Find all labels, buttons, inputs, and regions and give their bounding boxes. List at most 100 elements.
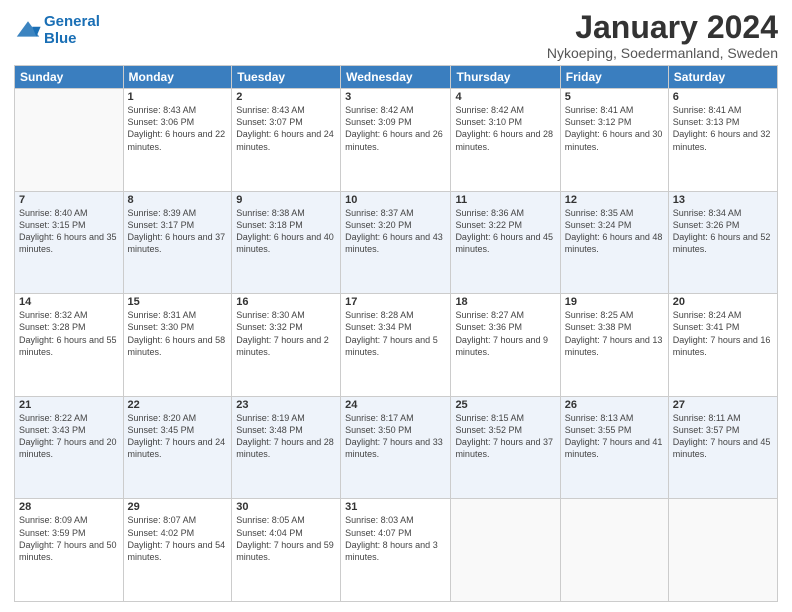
calendar-cell: 1Sunrise: 8:43 AMSunset: 3:06 PMDaylight…: [123, 89, 232, 192]
calendar-cell: 20Sunrise: 8:24 AMSunset: 3:41 PMDayligh…: [668, 294, 777, 397]
day-info: Sunrise: 8:24 AMSunset: 3:41 PMDaylight:…: [673, 309, 773, 358]
day-number: 25: [455, 399, 555, 411]
day-info: Sunrise: 8:05 AMSunset: 4:04 PMDaylight:…: [236, 514, 336, 563]
calendar-cell: 23Sunrise: 8:19 AMSunset: 3:48 PMDayligh…: [232, 396, 341, 499]
col-header-sunday: Sunday: [15, 66, 124, 89]
calendar-cell: 2Sunrise: 8:43 AMSunset: 3:07 PMDaylight…: [232, 89, 341, 192]
day-info: Sunrise: 8:39 AMSunset: 3:17 PMDaylight:…: [128, 207, 228, 256]
calendar-cell: 9Sunrise: 8:38 AMSunset: 3:18 PMDaylight…: [232, 191, 341, 294]
day-number: 19: [565, 296, 664, 308]
day-number: 21: [19, 399, 119, 411]
calendar-cell: 19Sunrise: 8:25 AMSunset: 3:38 PMDayligh…: [560, 294, 668, 397]
day-info: Sunrise: 8:03 AMSunset: 4:07 PMDaylight:…: [345, 514, 446, 563]
day-number: 1: [128, 91, 228, 103]
calendar-cell: [451, 499, 560, 602]
calendar-cell: 17Sunrise: 8:28 AMSunset: 3:34 PMDayligh…: [341, 294, 451, 397]
logo: General Blue: [14, 14, 100, 47]
calendar-cell: 8Sunrise: 8:39 AMSunset: 3:17 PMDaylight…: [123, 191, 232, 294]
col-header-tuesday: Tuesday: [232, 66, 341, 89]
day-info: Sunrise: 8:43 AMSunset: 3:07 PMDaylight:…: [236, 104, 336, 153]
day-info: Sunrise: 8:19 AMSunset: 3:48 PMDaylight:…: [236, 412, 336, 461]
logo-general: General: [44, 13, 100, 30]
day-info: Sunrise: 8:22 AMSunset: 3:43 PMDaylight:…: [19, 412, 119, 461]
calendar-cell: 13Sunrise: 8:34 AMSunset: 3:26 PMDayligh…: [668, 191, 777, 294]
logo-text: General Blue: [44, 14, 100, 47]
day-info: Sunrise: 8:15 AMSunset: 3:52 PMDaylight:…: [455, 412, 555, 461]
title-block: January 2024 Nykoeping, Soedermanland, S…: [547, 10, 778, 61]
day-number: 11: [455, 194, 555, 206]
day-info: Sunrise: 8:17 AMSunset: 3:50 PMDaylight:…: [345, 412, 446, 461]
calendar-cell: 3Sunrise: 8:42 AMSunset: 3:09 PMDaylight…: [341, 89, 451, 192]
day-info: Sunrise: 8:07 AMSunset: 4:02 PMDaylight:…: [128, 514, 228, 563]
day-info: Sunrise: 8:09 AMSunset: 3:59 PMDaylight:…: [19, 514, 119, 563]
calendar-cell: 18Sunrise: 8:27 AMSunset: 3:36 PMDayligh…: [451, 294, 560, 397]
calendar-cell: 16Sunrise: 8:30 AMSunset: 3:32 PMDayligh…: [232, 294, 341, 397]
calendar-cell: 30Sunrise: 8:05 AMSunset: 4:04 PMDayligh…: [232, 499, 341, 602]
calendar-week-row: 28Sunrise: 8:09 AMSunset: 3:59 PMDayligh…: [15, 499, 778, 602]
calendar-cell: [15, 89, 124, 192]
calendar-week-row: 7Sunrise: 8:40 AMSunset: 3:15 PMDaylight…: [15, 191, 778, 294]
day-number: 8: [128, 194, 228, 206]
location-subtitle: Nykoeping, Soedermanland, Sweden: [547, 45, 778, 61]
col-header-monday: Monday: [123, 66, 232, 89]
calendar-cell: 29Sunrise: 8:07 AMSunset: 4:02 PMDayligh…: [123, 499, 232, 602]
page: General Blue January 2024 Nykoeping, Soe…: [0, 0, 792, 612]
day-number: 9: [236, 194, 336, 206]
calendar-table: SundayMondayTuesdayWednesdayThursdayFrid…: [14, 65, 778, 602]
day-info: Sunrise: 8:20 AMSunset: 3:45 PMDaylight:…: [128, 412, 228, 461]
day-info: Sunrise: 8:27 AMSunset: 3:36 PMDaylight:…: [455, 309, 555, 358]
day-number: 24: [345, 399, 446, 411]
day-number: 5: [565, 91, 664, 103]
header: General Blue January 2024 Nykoeping, Soe…: [14, 10, 778, 61]
day-number: 16: [236, 296, 336, 308]
month-title: January 2024: [547, 10, 778, 45]
day-info: Sunrise: 8:35 AMSunset: 3:24 PMDaylight:…: [565, 207, 664, 256]
calendar-cell: 14Sunrise: 8:32 AMSunset: 3:28 PMDayligh…: [15, 294, 124, 397]
day-info: Sunrise: 8:28 AMSunset: 3:34 PMDaylight:…: [345, 309, 446, 358]
calendar-week-row: 14Sunrise: 8:32 AMSunset: 3:28 PMDayligh…: [15, 294, 778, 397]
day-info: Sunrise: 8:36 AMSunset: 3:22 PMDaylight:…: [455, 207, 555, 256]
day-number: 22: [128, 399, 228, 411]
calendar-cell: 15Sunrise: 8:31 AMSunset: 3:30 PMDayligh…: [123, 294, 232, 397]
day-number: 13: [673, 194, 773, 206]
day-number: 7: [19, 194, 119, 206]
day-info: Sunrise: 8:41 AMSunset: 3:13 PMDaylight:…: [673, 104, 773, 153]
day-number: 27: [673, 399, 773, 411]
calendar-cell: [668, 499, 777, 602]
calendar-cell: 26Sunrise: 8:13 AMSunset: 3:55 PMDayligh…: [560, 396, 668, 499]
day-number: 28: [19, 501, 119, 513]
day-info: Sunrise: 8:32 AMSunset: 3:28 PMDaylight:…: [19, 309, 119, 358]
col-header-saturday: Saturday: [668, 66, 777, 89]
day-number: 2: [236, 91, 336, 103]
calendar-cell: 12Sunrise: 8:35 AMSunset: 3:24 PMDayligh…: [560, 191, 668, 294]
logo-blue: Blue: [44, 30, 77, 47]
day-info: Sunrise: 8:30 AMSunset: 3:32 PMDaylight:…: [236, 309, 336, 358]
col-header-friday: Friday: [560, 66, 668, 89]
day-number: 20: [673, 296, 773, 308]
calendar-cell: 6Sunrise: 8:41 AMSunset: 3:13 PMDaylight…: [668, 89, 777, 192]
col-header-thursday: Thursday: [451, 66, 560, 89]
day-number: 23: [236, 399, 336, 411]
day-number: 6: [673, 91, 773, 103]
calendar-cell: 7Sunrise: 8:40 AMSunset: 3:15 PMDaylight…: [15, 191, 124, 294]
calendar-cell: 24Sunrise: 8:17 AMSunset: 3:50 PMDayligh…: [341, 396, 451, 499]
calendar-cell: 28Sunrise: 8:09 AMSunset: 3:59 PMDayligh…: [15, 499, 124, 602]
day-number: 15: [128, 296, 228, 308]
day-number: 10: [345, 194, 446, 206]
day-number: 30: [236, 501, 336, 513]
day-info: Sunrise: 8:31 AMSunset: 3:30 PMDaylight:…: [128, 309, 228, 358]
calendar-cell: 22Sunrise: 8:20 AMSunset: 3:45 PMDayligh…: [123, 396, 232, 499]
calendar-cell: 31Sunrise: 8:03 AMSunset: 4:07 PMDayligh…: [341, 499, 451, 602]
logo-icon: [14, 17, 42, 45]
day-number: 26: [565, 399, 664, 411]
day-number: 18: [455, 296, 555, 308]
calendar-cell: 21Sunrise: 8:22 AMSunset: 3:43 PMDayligh…: [15, 396, 124, 499]
calendar-week-row: 21Sunrise: 8:22 AMSunset: 3:43 PMDayligh…: [15, 396, 778, 499]
day-info: Sunrise: 8:37 AMSunset: 3:20 PMDaylight:…: [345, 207, 446, 256]
day-number: 12: [565, 194, 664, 206]
calendar-cell: 11Sunrise: 8:36 AMSunset: 3:22 PMDayligh…: [451, 191, 560, 294]
calendar-cell: 25Sunrise: 8:15 AMSunset: 3:52 PMDayligh…: [451, 396, 560, 499]
day-info: Sunrise: 8:25 AMSunset: 3:38 PMDaylight:…: [565, 309, 664, 358]
calendar-cell: [560, 499, 668, 602]
day-number: 4: [455, 91, 555, 103]
